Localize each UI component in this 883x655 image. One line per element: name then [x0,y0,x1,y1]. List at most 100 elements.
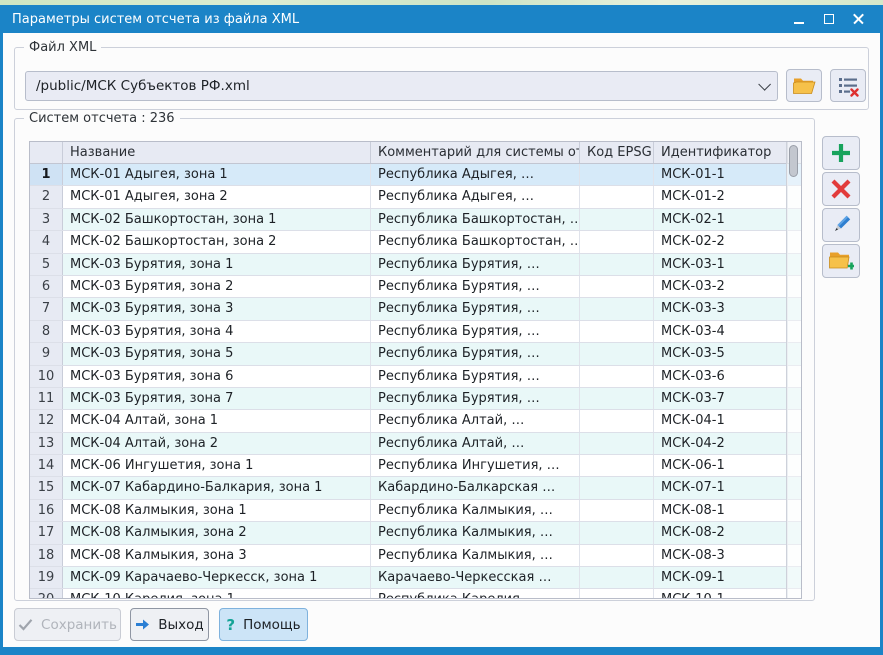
cell-epsg[interactable] [580,410,654,431]
cell-row-number[interactable]: 1 [30,164,63,185]
cell-row-number[interactable]: 12 [30,410,63,431]
header-comment[interactable]: Комментарий для системы от [371,142,580,163]
minimize-button[interactable] [791,11,807,27]
table-row[interactable]: 8 МСК-03 Бурятия, зона 4 Республика Буря… [30,321,802,343]
cell-identifier[interactable]: МСК-03-3 [654,298,788,319]
table-row[interactable]: 2 МСК-01 Адыгея, зона 2 Республика Адыге… [30,186,802,208]
xml-file-combobox[interactable]: /public/МСК Субъектов РФ.xml [25,71,778,101]
cell-name[interactable]: МСК-03 Бурятия, зона 5 [63,343,371,364]
table-row[interactable]: 10 МСК-03 Бурятия, зона 6 Республика Бур… [30,366,802,388]
table-row[interactable]: 5 МСК-03 Бурятия, зона 1 Республика Буря… [30,254,802,276]
cell-identifier[interactable]: МСК-01-1 [654,164,788,185]
cell-row-number[interactable]: 5 [30,254,63,275]
table-row[interactable]: 15 МСК-07 Кабардино-Балкария, зона 1 Каб… [30,477,802,499]
close-button[interactable] [851,11,867,27]
maximize-button[interactable] [821,11,837,27]
cell-comment[interactable]: Республика Бурятия, … [371,254,580,275]
clear-list-button[interactable] [830,69,866,102]
cell-name[interactable]: МСК-04 Алтай, зона 1 [63,410,371,431]
table-row[interactable]: 4 МСК-02 Башкортостан, зона 2 Республика… [30,231,802,253]
cell-epsg[interactable] [580,455,654,476]
delete-button[interactable] [822,172,860,206]
cell-comment[interactable]: Республика Калмыкия, … [371,522,580,543]
cell-row-number[interactable]: 13 [30,433,63,454]
cell-epsg[interactable] [580,388,654,409]
cell-row-number[interactable]: 7 [30,298,63,319]
cell-identifier[interactable]: МСК-03-1 [654,254,788,275]
cell-name[interactable]: МСК-03 Бурятия, зона 2 [63,276,371,297]
edit-button[interactable] [822,208,860,242]
table-row[interactable]: 18 МСК-08 Калмыкия, зона 3 Республика Ка… [30,545,802,567]
cell-row-number[interactable]: 18 [30,545,63,566]
cell-identifier[interactable]: МСК-03-2 [654,276,788,297]
cell-epsg[interactable] [580,477,654,498]
cell-identifier[interactable]: МСК-02-2 [654,231,788,252]
cell-row-number[interactable]: 10 [30,366,63,387]
header-identifier[interactable]: Идентификатор [654,142,788,163]
cell-identifier[interactable]: МСК-01-2 [654,186,788,207]
cell-epsg[interactable] [580,567,654,588]
cell-identifier[interactable]: МСК-09-1 [654,567,788,588]
table-row[interactable]: 12 МСК-04 Алтай, зона 1 Республика Алтай… [30,410,802,432]
cell-identifier[interactable]: МСК-03-6 [654,366,788,387]
cell-name[interactable]: МСК-10 Карелия, зона 1 [63,589,371,599]
cell-comment[interactable]: Республика Карелия, … [371,589,580,599]
cell-name[interactable]: МСК-08 Калмыкия, зона 3 [63,545,371,566]
cell-row-number[interactable]: 9 [30,343,63,364]
scrollbar-thumb[interactable] [789,145,798,177]
cell-row-number[interactable]: 4 [30,231,63,252]
cell-comment[interactable]: Республика Ингушетия, … [371,455,580,476]
table-row[interactable]: 11 МСК-03 Бурятия, зона 7 Республика Бур… [30,388,802,410]
cell-identifier[interactable]: МСК-04-1 [654,410,788,431]
cell-epsg[interactable] [580,209,654,230]
cell-row-number[interactable]: 8 [30,321,63,342]
cell-epsg[interactable] [580,433,654,454]
cell-epsg[interactable] [580,500,654,521]
cell-epsg[interactable] [580,254,654,275]
cell-comment[interactable]: Республика Бурятия, … [371,276,580,297]
table-row[interactable]: 3 МСК-02 Башкортостан, зона 1 Республика… [30,209,802,231]
table-row[interactable]: 17 МСК-08 Калмыкия, зона 2 Республика Ка… [30,522,802,544]
cell-identifier[interactable]: МСК-08-3 [654,545,788,566]
cell-comment[interactable]: Кабардино-Балкарская … [371,477,580,498]
cell-comment[interactable]: Республика Калмыкия, … [371,500,580,521]
cell-identifier[interactable]: МСК-07-1 [654,477,788,498]
cell-name[interactable]: МСК-09 Карачаево-Черкесск, зона 1 [63,567,371,588]
cell-comment[interactable]: Республика Башкортостан, … [371,209,580,230]
cell-row-number[interactable]: 16 [30,500,63,521]
cell-identifier[interactable]: МСК-10-1 [654,589,788,599]
cell-comment[interactable]: Республика Бурятия, … [371,321,580,342]
cell-comment[interactable]: Республика Алтай, … [371,410,580,431]
cell-comment[interactable]: Республика Адыгея, … [371,164,580,185]
cell-name[interactable]: МСК-02 Башкортостан, зона 2 [63,231,371,252]
cell-epsg[interactable] [580,321,654,342]
cell-row-number[interactable]: 6 [30,276,63,297]
exit-button[interactable]: Выход [130,608,209,641]
cell-identifier[interactable]: МСК-06-1 [654,455,788,476]
table-row[interactable]: 14 МСК-06 Ингушетия, зона 1 Республика И… [30,455,802,477]
cell-name[interactable]: МСК-03 Бурятия, зона 3 [63,298,371,319]
cell-epsg[interactable] [580,343,654,364]
table-row[interactable]: 20 МСК-10 Карелия, зона 1 Республика Кар… [30,589,802,599]
cell-identifier[interactable]: МСК-08-2 [654,522,788,543]
cell-comment[interactable]: Республика Башкортостан, … [371,231,580,252]
table-row[interactable]: 16 МСК-08 Калмыкия, зона 1 Республика Ка… [30,500,802,522]
table-row[interactable]: 7 МСК-03 Бурятия, зона 3 Республика Буря… [30,298,802,320]
titlebar[interactable]: Параметры систем отсчета из файла XML [0,5,883,33]
cell-comment[interactable]: Республика Бурятия, … [371,343,580,364]
table-row[interactable]: 9 МСК-03 Бурятия, зона 5 Республика Буря… [30,343,802,365]
cell-identifier[interactable]: МСК-04-2 [654,433,788,454]
table-row[interactable]: 13 МСК-04 Алтай, зона 2 Республика Алтай… [30,433,802,455]
header-epsg[interactable]: Код EPSG [580,142,654,163]
cell-name[interactable]: МСК-08 Калмыкия, зона 1 [63,500,371,521]
cell-row-number[interactable]: 3 [30,209,63,230]
add-file-button[interactable] [822,244,860,278]
vertical-scrollbar[interactable] [786,142,801,598]
table-row[interactable]: 19 МСК-09 Карачаево-Черкесск, зона 1 Кар… [30,567,802,589]
cell-row-number[interactable]: 15 [30,477,63,498]
cell-epsg[interactable] [580,298,654,319]
cell-epsg[interactable] [580,164,654,185]
cell-comment[interactable]: Республика Калмыкия, … [371,545,580,566]
table-row[interactable]: 6 МСК-03 Бурятия, зона 2 Республика Буря… [30,276,802,298]
cell-comment[interactable]: Республика Алтай, … [371,433,580,454]
